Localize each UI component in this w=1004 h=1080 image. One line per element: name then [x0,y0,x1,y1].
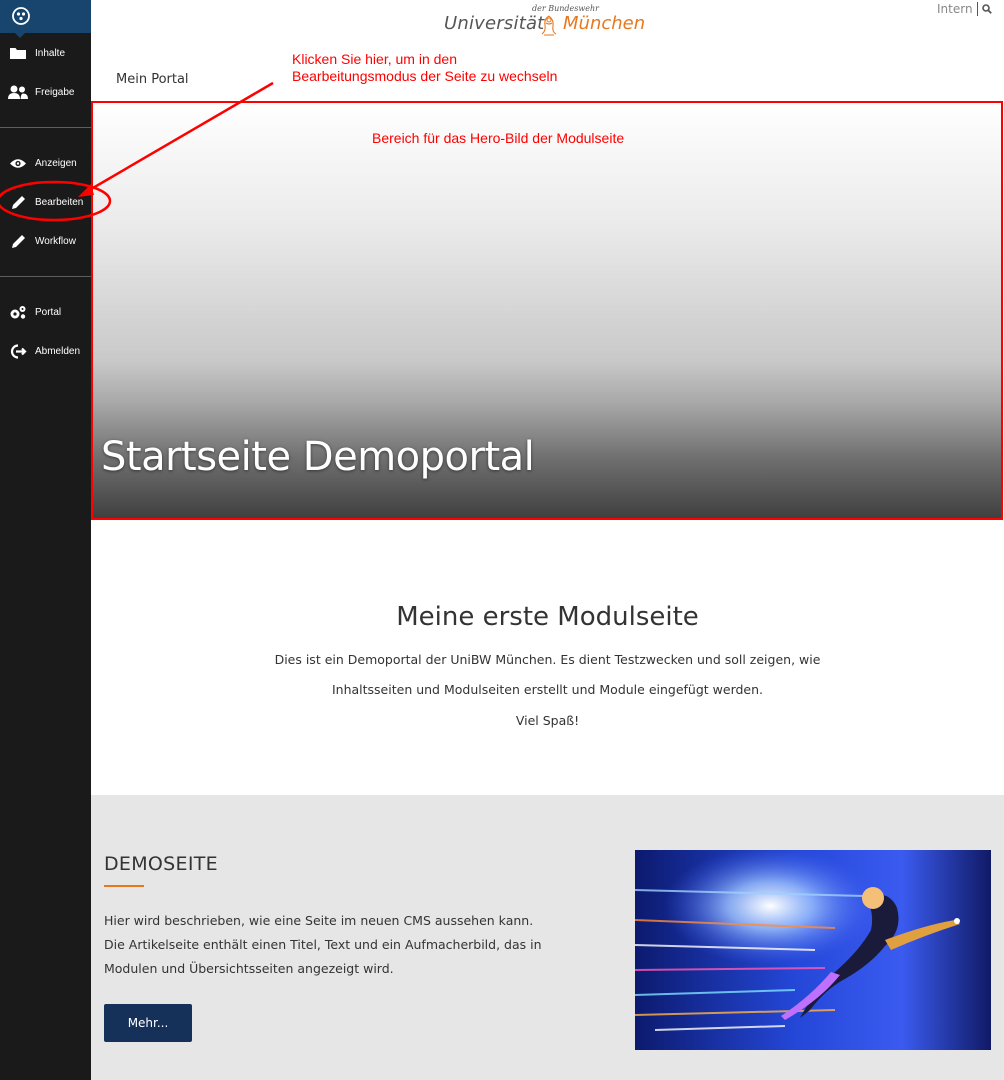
edit-annotation: Klicken Sie hier, um in den Bearbeitungs… [292,51,557,85]
sidebar-item-label: Anzeigen [35,157,77,169]
users-icon [8,84,28,100]
teaser-title[interactable]: DEMOSEITE [104,853,218,875]
sidebar-item-label: Abmelden [35,345,81,357]
breadcrumb[interactable]: Mein Portal [116,72,189,87]
header-divider [976,2,978,16]
sidebar-item-label: Inhalte [35,47,66,59]
teaser-accent-line [104,885,144,887]
sidebar-item-label: Bearbeiten [35,196,84,208]
intro-text-line: Viel Spaß! [515,713,580,728]
teaser-text-line: Hier wird beschrieben, wie eine Seite im… [104,913,534,928]
header-tools: Intern [937,2,992,16]
intro-text-line: Inhaltsseiten und Modulseiten erstellt u… [331,682,764,697]
sidebar-divider [0,276,91,277]
logout-icon [8,343,28,359]
sidebar-header[interactable] [0,0,91,33]
folder-icon [8,45,28,61]
hero-title: Startseite Demoportal [101,434,535,480]
logo-text-left: Universität [444,13,545,34]
sidebar-item-bearbeiten[interactable]: Bearbeiten [0,187,91,217]
pencil-icon [8,194,28,210]
teaser-text-line: Die Artikelseite enthält einen Titel, Te… [104,937,542,952]
teaser-text-line: Modulen und Übersichtsseiten angezeigt w… [104,961,394,976]
edit-annotation-line: Klicken Sie hier, um in den [292,51,457,67]
sidebar-item-anzeigen[interactable]: Anzeigen [0,148,91,178]
sidebar-divider [0,127,91,128]
sidebar-item-label: Portal [35,306,62,318]
gears-icon [8,304,28,320]
teaser-image[interactable] [635,850,991,1050]
sidebar-item-workflow[interactable]: Workflow [0,226,91,256]
intro-text-line: Dies ist ein Demoportal der UniBW Münche… [274,652,821,667]
university-logo[interactable]: der Bundeswehr Universität München [444,4,646,38]
sidebar-item-label: Workflow [35,235,76,247]
intern-link[interactable]: Intern [937,2,973,16]
sidebar-item-label: Freigabe [35,86,75,98]
eye-icon [8,155,28,171]
cms-logo-icon [12,7,30,25]
search-icon[interactable] [981,4,992,14]
logo-subtitle: der Bundeswehr [532,4,599,13]
module-page-title: Meine erste Modulseite [396,602,699,632]
sidebar-item-abmelden[interactable]: Abmelden [0,336,91,366]
sidebar-item-freigabe[interactable]: Freigabe [0,77,91,107]
logo-text-right: München [563,13,646,34]
edit-annotation-line: Bearbeitungsmodus der Seite zu wechseln [292,68,558,84]
logo-emblem-icon [541,15,557,36]
hero-annotation: Bereich für das Hero-Bild der Modulseite [372,130,625,146]
sidebar-item-inhalte[interactable]: Inhalte [0,38,91,68]
pencil-icon [8,233,28,249]
sidebar: Inhalte Freigabe Anzeigen Bearbeiten Wor… [0,0,91,1080]
sidebar-item-portal[interactable]: Portal [0,297,91,327]
more-button[interactable]: Mehr... [104,1004,192,1042]
